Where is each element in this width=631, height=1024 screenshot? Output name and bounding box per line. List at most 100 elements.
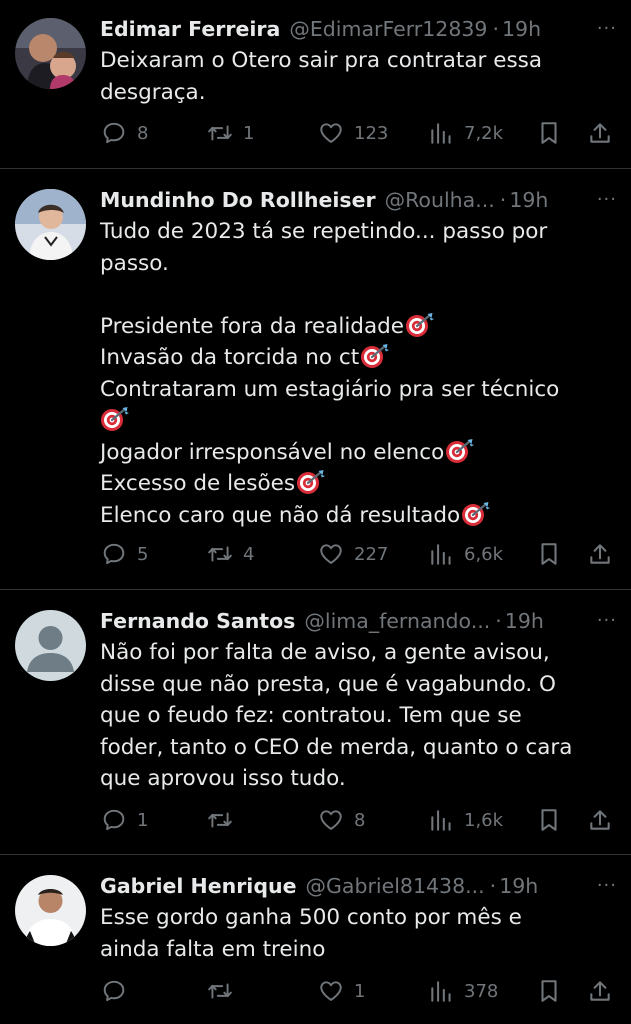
more-options-icon[interactable]: ··· [597, 871, 617, 901]
separator-dot: · [495, 609, 502, 633]
retweet-button[interactable] [207, 976, 243, 1006]
view-count: 7,2k [464, 122, 504, 144]
timestamp[interactable]: 19h [509, 185, 548, 215]
views-icon [428, 541, 454, 567]
separator-dot: · [499, 188, 507, 212]
tweet-text-segment: Jogador irresponsável no elenco [100, 439, 445, 465]
tweet-text: Não foi por falta de aviso, a gente avis… [100, 637, 615, 795]
action-bar: 1 8 1,6k [0, 805, 631, 835]
display-name[interactable]: Mundinho Do Rollheiser [100, 185, 376, 215]
tweet-text-line: ainda falta em treino [100, 936, 326, 962]
tweet-text: Tudo de 2023 tá se repetindo... passo po… [100, 216, 615, 531]
avatar-image [15, 18, 86, 89]
retweet-button[interactable] [207, 805, 243, 835]
share-button[interactable] [587, 539, 613, 569]
share-icon [587, 807, 613, 833]
direct-hit-emoji [296, 469, 326, 495]
share-button[interactable] [587, 805, 613, 835]
bookmark-button[interactable] [536, 805, 562, 835]
tweet-text-line: desgraça. [100, 79, 206, 105]
display-name[interactable]: Gabriel Henrique [100, 871, 297, 901]
tweet-text-segment: Elenco caro que não dá resultado [100, 502, 461, 528]
user-handle[interactable]: @Roulha... [385, 185, 495, 215]
like-button[interactable]: 8 [318, 805, 365, 835]
user-handle[interactable]: @EdimarFerr12839 [289, 14, 487, 44]
bookmark-button[interactable] [536, 976, 562, 1006]
tweet-text-line: que aprovou isso tudo. [100, 766, 346, 791]
bookmark-icon [536, 120, 562, 146]
separator-dot: · [492, 17, 499, 41]
display-name[interactable]: Edimar Ferreira [100, 14, 280, 44]
share-button[interactable] [587, 118, 613, 148]
direct-hit-emoji [360, 343, 390, 369]
views-button[interactable]: 378 [428, 976, 498, 1006]
tweet-text-line: Presidente fora da realidade [100, 311, 615, 343]
more-options-icon[interactable]: ··· [597, 606, 617, 636]
bookmark-icon [536, 978, 562, 1004]
direct-hit-emoji [445, 438, 475, 464]
reply-count: 8 [137, 122, 149, 144]
reply-icon [101, 541, 127, 567]
share-icon [587, 978, 613, 1004]
direct-hit-emoji [405, 312, 435, 338]
bookmark-button[interactable] [536, 118, 562, 148]
like-button[interactable]: 123 [318, 118, 388, 148]
tweet[interactable]: Fernando Santos @lima_fernando... · 19h … [0, 590, 631, 854]
retweet-button[interactable]: 1 [207, 118, 254, 148]
views-button[interactable]: 1,6k [428, 805, 503, 835]
view-count: 378 [464, 980, 499, 1002]
tweet-text-segment: Invasão da torcida no ct [100, 345, 360, 370]
user-handle[interactable]: @Gabriel81438... [306, 871, 485, 901]
like-count: 1 [354, 980, 366, 1002]
avatar[interactable] [15, 610, 86, 681]
views-icon [428, 120, 454, 146]
reply-button[interactable]: 1 [101, 805, 148, 835]
tweet-text-line: Não foi por falta de aviso, a gente avis… [100, 640, 550, 665]
tweet-text: Deixaram o Otero sair pra contratar essa… [100, 45, 615, 108]
tweet[interactable]: Mundinho Do Rollheiser @Roulha... · 19h … [0, 169, 631, 589]
tweet-text-line: passo. [100, 250, 169, 276]
like-button[interactable]: 227 [318, 539, 388, 569]
views-button[interactable]: 6,6k [428, 539, 503, 569]
timestamp[interactable]: 19h [505, 606, 544, 636]
default-avatar-icon [15, 610, 86, 681]
tweet[interactable]: Gabriel Henrique @Gabriel81438... · 19h … [0, 855, 631, 1024]
retweet-icon [207, 541, 233, 567]
retweet-icon [207, 978, 233, 1004]
timestamp[interactable]: 19h [499, 871, 538, 901]
tweet[interactable]: Edimar Ferreira @EdimarFerr12839 · 19h ·… [0, 0, 631, 168]
reply-button[interactable]: 8 [101, 118, 148, 148]
reply-button[interactable] [101, 976, 137, 1006]
like-count: 227 [354, 543, 389, 565]
user-handle[interactable]: @lima_fernando... [304, 606, 490, 636]
retweet-button[interactable]: 4 [207, 539, 254, 569]
like-button[interactable]: 1 [318, 976, 365, 1006]
bookmark-icon [536, 807, 562, 833]
reply-button[interactable]: 5 [101, 539, 148, 569]
more-options-icon[interactable]: ··· [597, 14, 617, 44]
views-button[interactable]: 7,2k [428, 118, 503, 148]
tweet-text-line: Esse gordo ganha 500 conto por mês e [100, 905, 522, 930]
share-icon [587, 120, 613, 146]
reply-count: 5 [137, 543, 149, 565]
bookmark-icon [536, 541, 562, 567]
reply-icon [101, 120, 127, 146]
share-button[interactable] [587, 976, 613, 1006]
avatar-image [15, 875, 86, 946]
bookmark-button[interactable] [536, 539, 562, 569]
views-icon [428, 978, 454, 1004]
avatar[interactable] [15, 875, 86, 946]
avatar[interactable] [15, 18, 86, 89]
views-icon [428, 807, 454, 833]
tweet-text-line: Invasão da torcida no ct [100, 342, 615, 374]
tweet-text-line: Deixaram o Otero sair pra contratar essa [100, 48, 543, 73]
tweet-text-line: foder, tanto o CEO de merda, quanto o ca… [100, 734, 573, 760]
timestamp[interactable]: 19h [502, 14, 541, 44]
action-bar: 1 378 [0, 976, 631, 1006]
action-bar: 8 1 123 7,2k [0, 118, 631, 148]
more-options-icon[interactable]: ··· [597, 185, 617, 215]
retweet-count: 4 [243, 543, 255, 565]
display-name[interactable]: Fernando Santos [100, 606, 295, 636]
avatar[interactable] [15, 189, 86, 260]
